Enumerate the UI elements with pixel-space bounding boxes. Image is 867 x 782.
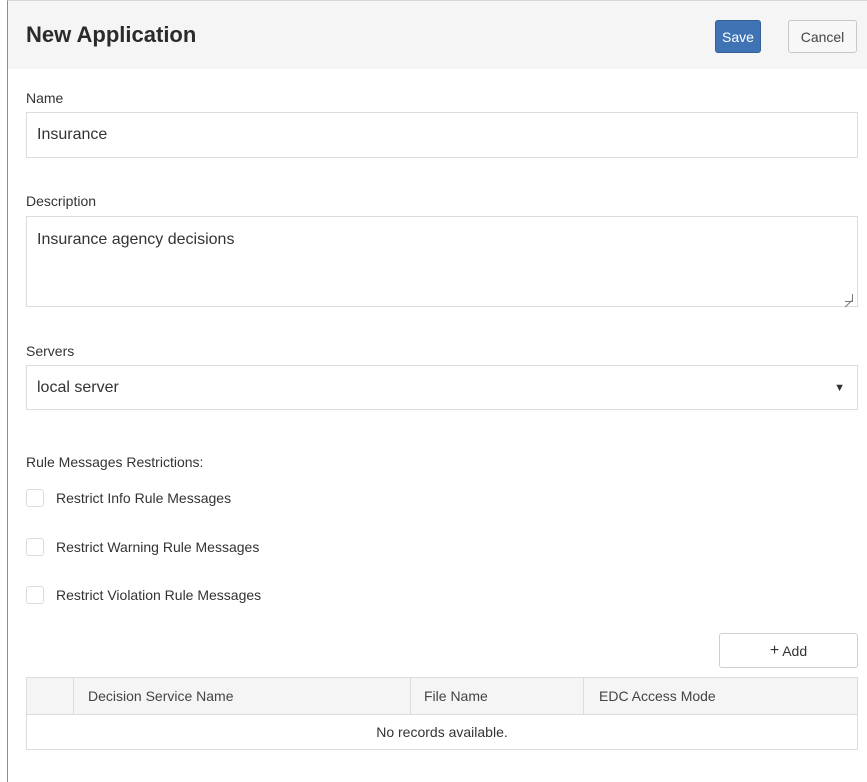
plus-icon: + [769, 641, 780, 659]
servers-selected-value: local server [37, 378, 119, 396]
caret-down-icon: ▼ [834, 381, 845, 394]
column-header-file-name[interactable]: File Name [411, 678, 584, 714]
resize-handle-icon[interactable] [845, 294, 853, 302]
column-header-edc-access-mode[interactable]: EDC Access Mode [584, 678, 857, 714]
save-button[interactable]: Save [715, 20, 761, 53]
column-header-decision-service-name[interactable]: Decision Service Name [74, 678, 411, 714]
servers-label: Servers [26, 343, 75, 359]
restrict-info-option[interactable]: Restrict Info Rule Messages [26, 489, 231, 507]
restrict-warning-option[interactable]: Restrict Warning Rule Messages [26, 538, 259, 556]
restrict-warning-checkbox[interactable] [26, 538, 44, 556]
description-text: Insurance agency decisions [37, 231, 235, 248]
empty-grid-message: No records available. [26, 714, 858, 750]
restrict-info-label: Restrict Info Rule Messages [56, 490, 232, 506]
name-input[interactable]: Insurance [26, 112, 858, 158]
restrict-violation-label: Restrict Violation Rule Messages [56, 587, 262, 603]
panel-header: New Application Save Cancel [8, 1, 867, 69]
cancel-button[interactable]: Cancel [788, 20, 857, 53]
add-label: Add [782, 642, 808, 659]
select-column-header [27, 678, 74, 714]
description-textarea[interactable]: Insurance agency decisions [26, 216, 858, 307]
name-label: Name [26, 90, 64, 106]
grid-header: Decision Service Name File Name EDC Acce… [27, 678, 857, 715]
page-title: New Application [26, 22, 197, 47]
description-label: Description [26, 193, 97, 209]
add-decision-service-button[interactable]: + Add [719, 633, 858, 668]
restrict-warning-label: Restrict Warning Rule Messages [56, 539, 260, 555]
rule-messages-label: Rule Messages Restrictions: [26, 454, 204, 470]
new-application-panel: New Application Save Cancel Name Insuran… [7, 0, 867, 782]
restrict-info-checkbox[interactable] [26, 489, 44, 507]
decision-services-grid: Decision Service Name File Name EDC Acce… [26, 677, 858, 715]
restrict-violation-option[interactable]: Restrict Violation Rule Messages [26, 586, 261, 604]
restrict-violation-checkbox[interactable] [26, 586, 44, 604]
servers-select[interactable]: local server ▼ [26, 365, 858, 410]
